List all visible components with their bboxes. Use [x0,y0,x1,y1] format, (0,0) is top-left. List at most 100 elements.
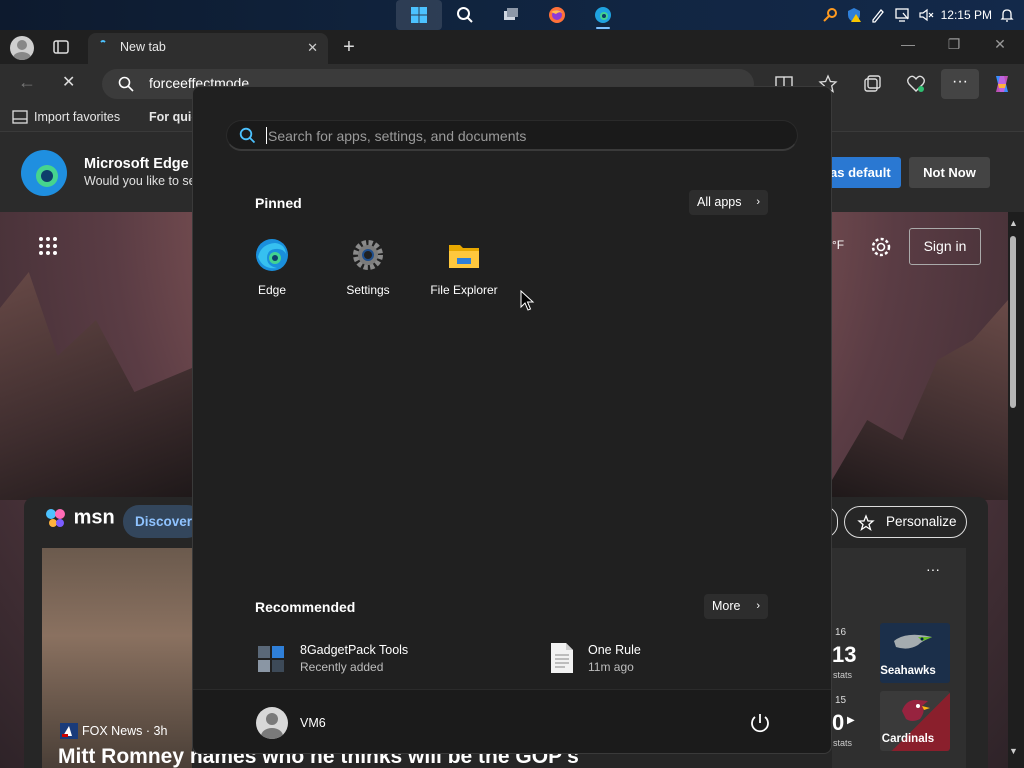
set-default-button[interactable]: as default [822,157,901,188]
scroll-up-icon[interactable]: ▲ [1009,218,1018,228]
recommended-subtitle: 11m ago [588,659,634,674]
team-name: Cardinals [881,733,935,745]
edge-icon [256,239,288,271]
taskbar-search-button[interactable] [442,0,488,30]
key-icon[interactable] [821,6,839,24]
tab-actions-icon [53,40,69,54]
chevron-right-icon: › [756,600,760,612]
chevron-right-icon: › [756,196,760,208]
edge-icon [595,7,611,23]
tab-loading-icon [100,40,106,43]
user-name[interactable]: VM6 [300,716,326,730]
personalize-label: Personalize [886,514,957,529]
settings-more-button[interactable]: ··· [941,69,979,99]
import-favorites-link[interactable]: Import favorites [12,110,120,124]
app-launcher-grid-icon[interactable] [38,236,58,256]
taskbar: 12:15 PM [0,0,1024,30]
msn-logo[interactable]: msn [44,506,115,530]
scroll-thumb[interactable] [1010,236,1016,408]
task-view-icon [504,8,518,20]
pen-icon[interactable] [869,6,887,24]
search-icon [457,7,473,23]
firefox-taskbar-button[interactable] [534,0,580,30]
news-source: FOX News · 3h [82,724,168,738]
more-label: More [712,599,741,613]
new-tab-button[interactable]: + [338,36,360,59]
sports-score: 13 [832,642,857,667]
browser-essentials-icon[interactable] [906,74,926,94]
app-label: File Explorer [430,283,498,297]
task-view-button[interactable] [488,0,534,30]
volume-muted-icon[interactable] [917,6,935,24]
app-label: Edge [257,283,287,297]
desktop: 12:15 PM New tab ✕ + — ❐ ✕ ← ✕ forceeffe… [0,0,1024,768]
document-icon [551,643,573,673]
cardinals-logo-icon [902,699,930,721]
stop-loading-icon[interactable]: ✕ [62,72,75,92]
edge-taskbar-button[interactable] [580,0,626,30]
start-search-placeholder[interactable]: Search for apps, settings, and documents [268,128,526,144]
address-search-icon [118,76,134,92]
profile-avatar[interactable] [10,36,34,60]
play-icon: ▶ [847,715,855,726]
start-button[interactable] [396,0,442,30]
pinned-title: Pinned [255,195,302,211]
user-icon [261,713,283,739]
all-apps-button[interactable]: All apps › [689,190,768,215]
sports-score: 0 [832,710,845,735]
more-button[interactable]: More › [704,594,768,619]
recommended-subtitle: Recently added [300,659,384,674]
sports-more-icon[interactable]: ··· [926,561,940,577]
network-icon[interactable] [893,6,911,24]
clock[interactable]: 12:15 PM [941,8,992,22]
sports-stats: stats [833,670,853,680]
close-tab-icon[interactable]: ✕ [307,40,318,56]
seahawks-logo-icon [894,634,932,649]
tab-title: New tab [120,40,166,54]
close-window-button[interactable]: ✕ [990,36,1010,53]
collections-icon[interactable] [862,74,882,94]
system-tray: 12:15 PM [821,0,1016,30]
personalize-star-icon [857,514,875,532]
sports-week: 16 [835,627,847,638]
pinned-app-settings[interactable]: Settings [328,238,408,297]
page-settings-gear-icon[interactable] [870,236,892,258]
pinned-app-file-explorer[interactable]: File Explorer [424,238,504,297]
recommended-title: Recommended [255,599,356,615]
restore-button[interactable]: ❐ [944,36,964,53]
sign-in-button[interactable]: Sign in [909,228,981,265]
team-name: Seahawks [880,665,936,677]
start-menu-footer [193,689,831,753]
not-now-button[interactable]: Not Now [909,157,990,188]
sports-stats: stats [833,738,853,748]
pinned-app-edge[interactable]: Edge [232,238,312,297]
weather-unit[interactable]: °F [832,238,844,252]
back-icon[interactable]: ← [18,72,36,93]
recommended-item[interactable]: 8GadgetPack Tools Recently added [256,642,408,674]
settings-gear-icon [353,240,383,270]
recommended-item[interactable]: One Rule 11m ago [548,642,641,674]
msn-butterfly-icon [46,509,65,527]
banner-title: Microsoft Edge [84,156,189,172]
user-avatar[interactable] [256,707,288,739]
tab-actions-button[interactable] [50,36,72,58]
personalize-button[interactable]: Personalize [844,506,967,538]
bookmark-quick-access[interactable]: For quic [149,110,198,124]
notification-bell-icon[interactable] [998,6,1016,24]
recommended-title-text: One Rule [588,642,641,657]
app-label: Settings [346,283,390,297]
bookmark-label: For quic [149,110,199,124]
text-caret [266,127,267,144]
taskbar-apps [396,0,626,30]
folder-icon [449,245,479,268]
security-warning-icon[interactable] [845,6,863,24]
minimize-button[interactable]: — [898,36,918,52]
windows-logo-icon [411,7,427,23]
copilot-icon[interactable] [990,72,1014,96]
discover-tab[interactable]: Discover [123,505,203,538]
power-icon[interactable] [748,711,772,735]
scroll-down-icon[interactable]: ▼ [1009,746,1018,756]
bookmark-label: Import favorites [34,110,121,124]
start-search-icon [239,127,256,144]
tab-new-tab[interactable]: New tab ✕ [88,33,328,64]
